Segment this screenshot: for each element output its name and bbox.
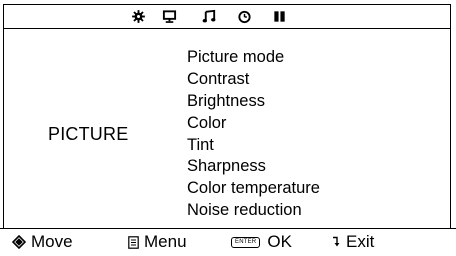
osd-menu-frame: PICTURE Picture mode Contrast Brightness… (3, 4, 451, 251)
hint-move-label: Move (31, 232, 73, 251)
menu-doc-icon (128, 235, 139, 249)
menu-item-tint[interactable]: Tint (187, 135, 320, 157)
hint-menu: Menu (128, 232, 187, 252)
hint-exit: Exit (331, 232, 374, 252)
settings-icon[interactable] (131, 9, 146, 24)
menu-item-noise-reduction[interactable]: Noise reduction (187, 200, 320, 222)
hint-menu-label: Menu (144, 232, 187, 251)
menu-item-brightness[interactable]: Brightness (187, 91, 320, 113)
display-icon[interactable] (162, 9, 177, 24)
button-hint-bar: Move Menu ENTER OK Exit (0, 228, 456, 256)
hint-ok-label: OK (267, 232, 292, 251)
menu-item-sharpness[interactable]: Sharpness (187, 156, 320, 178)
timer-icon[interactable] (237, 9, 252, 24)
category-icon-bar (4, 5, 450, 29)
menu-title: PICTURE (48, 124, 129, 144)
enter-key-icon: ENTER (231, 236, 261, 248)
channel-icon[interactable] (272, 9, 287, 24)
return-arrow-icon (333, 236, 340, 247)
hint-exit-label: Exit (346, 232, 375, 251)
hint-move: Move (12, 232, 73, 252)
menu-item-list: Picture mode Contrast Brightness Color T… (187, 47, 320, 222)
hint-ok: ENTER OK (231, 232, 292, 252)
dpad-icon (12, 235, 26, 249)
menu-item-contrast[interactable]: Contrast (187, 69, 320, 91)
audio-icon[interactable] (202, 9, 217, 24)
menu-item-color[interactable]: Color (187, 113, 320, 135)
menu-item-picture-mode[interactable]: Picture mode (187, 47, 320, 69)
menu-item-color-temperature[interactable]: Color temperature (187, 178, 320, 200)
